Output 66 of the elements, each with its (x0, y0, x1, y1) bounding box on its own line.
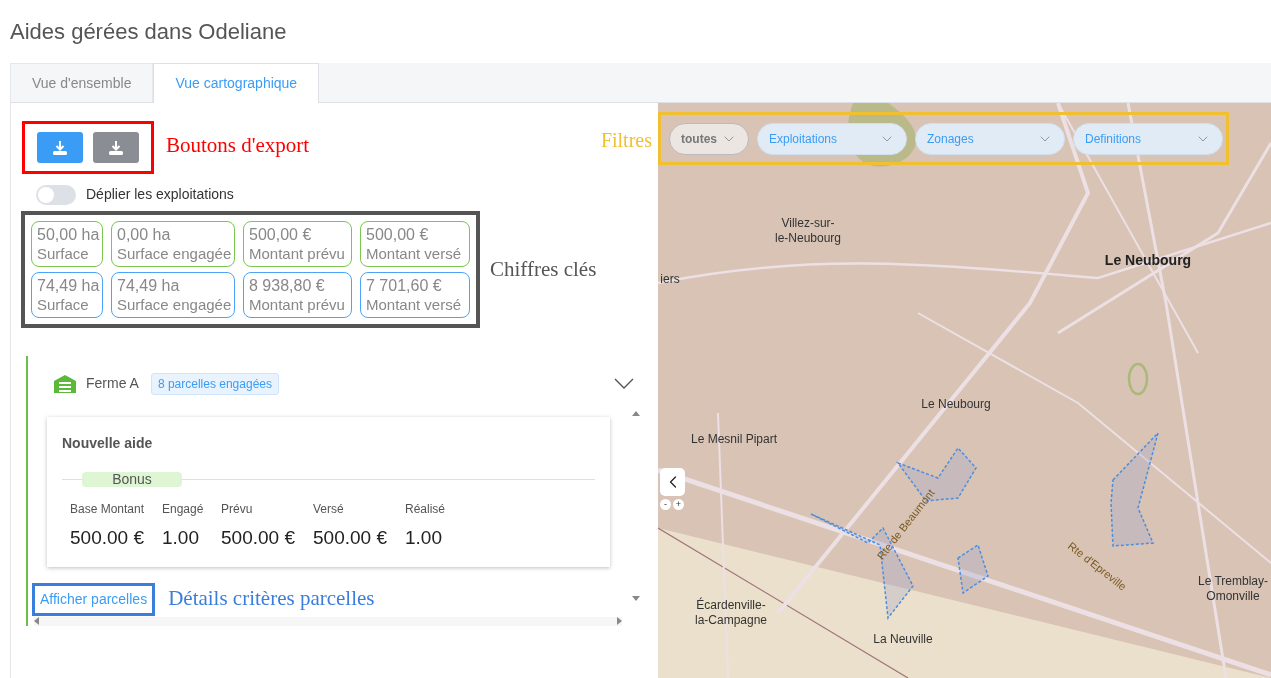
toggle-label: Déplier les exploitations (86, 185, 234, 204)
parcel-count-badge: 8 parcelles engagées (150, 372, 279, 395)
figure-value: 500,00 € (249, 225, 313, 244)
map-label: Le Tremblay- Omonville (1198, 574, 1268, 604)
map-label: Villez-sur- le-Neubourg (775, 216, 841, 246)
zoom-in-button[interactable]: + (673, 499, 684, 510)
parcel-outline[interactable] (957, 543, 989, 595)
scroll-down-icon[interactable] (632, 596, 640, 602)
annotation-text: Boutons d'export (166, 131, 310, 159)
figure-label: Surface (37, 244, 90, 263)
map-label: iers (660, 272, 680, 287)
annotation-text: Chiffres clés (490, 255, 597, 283)
scroll-up-icon[interactable] (632, 411, 640, 417)
map-label: Le Neubourg (1104, 253, 1192, 268)
aid-title: Nouvelle aide (62, 434, 154, 454)
filter-dropdown[interactable]: Exploitations (757, 122, 907, 155)
track-outline (1127, 362, 1149, 396)
page-title: Aides gérées dans Odeliane (10, 18, 287, 46)
zoom-out-button[interactable]: - (660, 499, 671, 510)
download-icon (52, 139, 68, 156)
map-label: Le Neubourg (921, 397, 991, 412)
filter-dropdown[interactable]: Zonages (915, 122, 1065, 155)
aid-column-value: 500.00 € (221, 526, 296, 551)
chevron-icon (614, 378, 634, 390)
download-icon (108, 139, 124, 156)
figure-label: Montant versé (366, 295, 463, 314)
map-label: Écardenville- la-Campagne (695, 598, 767, 628)
export-button[interactable] (37, 132, 83, 163)
show-parcels-link[interactable]: Afficher parcelles (32, 582, 156, 616)
parcel-outline[interactable] (1110, 432, 1159, 547)
collapse-button[interactable] (660, 468, 685, 496)
figure-label: Surface engagée (117, 244, 229, 263)
tab[interactable]: Vue cartographique (153, 63, 320, 103)
map-label: Le Mesnil Pipart (691, 432, 777, 447)
figure-value: 74,49 ha (117, 276, 181, 295)
scroll-left-icon[interactable] (34, 617, 39, 626)
bonus-tag: Bonus (82, 471, 182, 487)
figure-label: Montant versé (366, 244, 463, 263)
aid-column-label: Prévu (221, 501, 254, 519)
figure-label: Surface engagée (117, 295, 229, 314)
aid-column-value: 500.00 € (313, 526, 388, 551)
toggle-switch[interactable] (36, 184, 76, 205)
filter-dropdown[interactable]: Definitions (1073, 122, 1223, 155)
figure-label: Montant prévu (249, 244, 346, 263)
barn-icon (54, 374, 76, 393)
figure-value: 500,00 € (366, 225, 430, 244)
figure-value: 8 938,80 € (249, 276, 326, 295)
expand-toggle[interactable] (614, 378, 634, 390)
farm-name: Ferme A (86, 374, 139, 394)
aid-column-label: Réalisé (405, 501, 447, 519)
figure-label: Montant prévu (249, 295, 346, 314)
figure-value: 7 701,60 € (366, 276, 443, 295)
annotation-text: Détails critères parcelles (168, 585, 375, 613)
aid-column-value: 500.00 € (70, 526, 145, 551)
aid-column-label: Base Montant (70, 501, 146, 519)
figure-label: Surface (37, 295, 90, 314)
figure-value: 0,00 ha (117, 225, 172, 244)
aid-column-label: Versé (313, 501, 345, 519)
aid-column-value: 1.00 (405, 526, 443, 551)
export-button[interactable] (93, 132, 139, 163)
scroll-right-icon[interactable] (617, 617, 622, 626)
aid-column-value: 1.00 (162, 526, 200, 551)
aid-column-label: Engagé (162, 501, 205, 519)
annotation-text: Filtres (600, 128, 652, 153)
map-label: La Neuville (873, 632, 933, 647)
filter-dropdown[interactable]: toutes (669, 122, 749, 155)
